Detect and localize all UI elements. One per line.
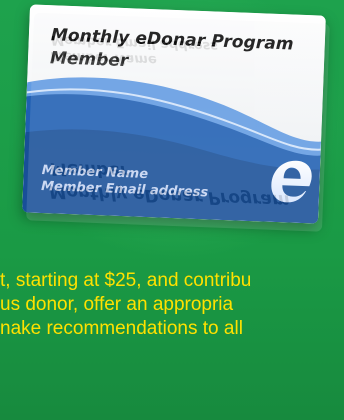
e-logo-icon <box>271 160 312 203</box>
overlay-line-3: nake recommendations to all <box>0 318 344 340</box>
card-subtitle: Member <box>49 48 129 72</box>
overlay-line-3-text: nake recommendations to all <box>0 318 243 339</box>
overlay-line-1: t, starting at $25, and contribu <box>0 270 344 292</box>
overlay-line-1-text: t, starting at $25, and contribu <box>0 270 252 291</box>
overlay-line-2: us donor, offer an appropria <box>0 294 344 316</box>
member-card: Monthly eDonar Program Member Member Nam… <box>22 4 326 224</box>
overlay-line-2-text: us donor, offer an appropria <box>0 294 234 315</box>
overlay-text-block: t, starting at $25, and contribu us dono… <box>0 270 344 390</box>
